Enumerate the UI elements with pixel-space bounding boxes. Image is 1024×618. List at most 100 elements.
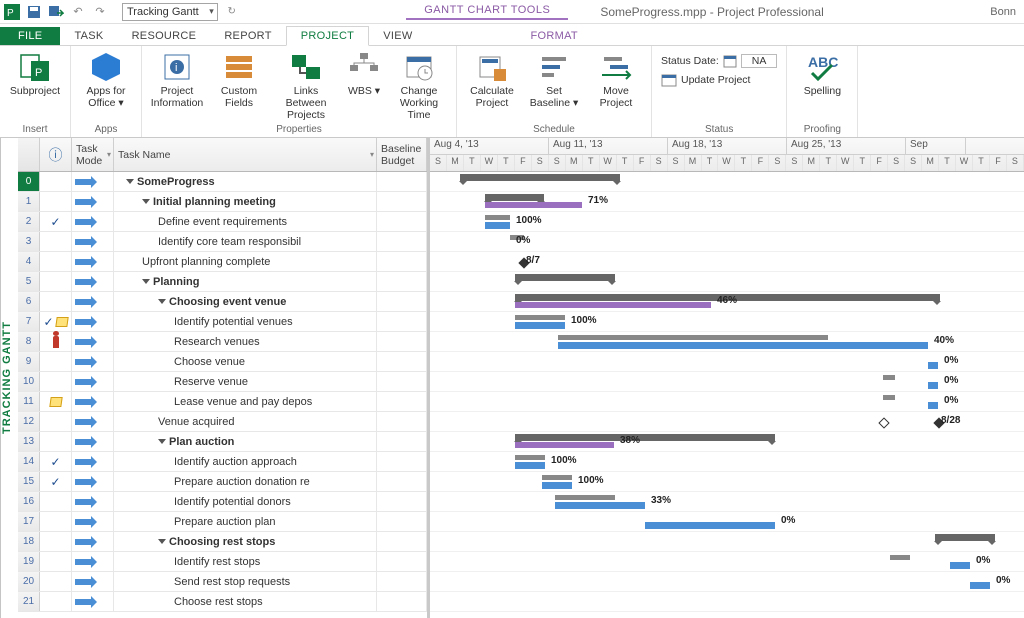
baseline-budget-cell[interactable] — [377, 472, 427, 491]
redo-icon[interactable]: ↷ — [92, 4, 108, 20]
task-mode-cell[interactable] — [72, 312, 114, 331]
table-row[interactable]: 20Send rest stop requests — [18, 572, 427, 592]
task-bar[interactable] — [970, 582, 990, 589]
custom-fields-button[interactable]: Custom Fields — [210, 49, 268, 111]
task-name-cell[interactable]: Venue acquired — [114, 412, 377, 431]
table-row[interactable]: 16Identify potential donors — [18, 492, 427, 512]
gantt-row[interactable]: 100% — [430, 472, 1024, 492]
task-mode-cell[interactable] — [72, 292, 114, 311]
table-row[interactable]: 13Plan auction — [18, 432, 427, 452]
task-mode-cell[interactable] — [72, 192, 114, 211]
task-mode-cell[interactable] — [72, 492, 114, 511]
task-name-cell[interactable]: Prepare auction plan — [114, 512, 377, 531]
gantt-row[interactable] — [430, 272, 1024, 292]
task-bar[interactable] — [515, 462, 545, 469]
table-row[interactable]: 21Choose rest stops — [18, 592, 427, 612]
gantt-row[interactable]: 0% — [430, 572, 1024, 592]
move-project-button[interactable]: Move Project — [587, 49, 645, 111]
col-header-task-mode[interactable]: Task Mode — [72, 138, 114, 171]
task-mode-cell[interactable] — [72, 212, 114, 231]
row-id[interactable]: 12 — [18, 412, 40, 431]
row-id[interactable]: 3 — [18, 232, 40, 251]
links-between-projects-button[interactable]: Links Between Projects — [272, 49, 340, 123]
table-row[interactable]: 14✓Identify auction approach — [18, 452, 427, 472]
col-header-indicators[interactable]: ⓘ — [40, 138, 72, 171]
gantt-row[interactable] — [430, 592, 1024, 612]
save-send-icon[interactable] — [48, 4, 64, 20]
calculate-project-button[interactable]: Calculate Project — [463, 49, 521, 111]
update-project-button[interactable]: Update Project — [658, 71, 780, 89]
baseline-budget-cell[interactable] — [377, 412, 427, 431]
baseline-budget-cell[interactable] — [377, 532, 427, 551]
baseline-budget-cell[interactable] — [377, 212, 427, 231]
task-name-cell[interactable]: Upfront planning complete — [114, 252, 377, 271]
task-name-cell[interactable]: Define event requirements — [114, 212, 377, 231]
task-mode-cell[interactable] — [72, 592, 114, 611]
collapse-icon[interactable] — [158, 439, 166, 444]
gantt-row[interactable]: 8/28 — [430, 412, 1024, 432]
baseline-budget-cell[interactable] — [377, 292, 427, 311]
task-bar[interactable] — [558, 342, 928, 349]
gantt-row[interactable]: 100% — [430, 452, 1024, 472]
table-row[interactable]: 19Identify rest stops — [18, 552, 427, 572]
baseline-budget-cell[interactable] — [377, 372, 427, 391]
row-id[interactable]: 15 — [18, 472, 40, 491]
row-id[interactable]: 9 — [18, 352, 40, 371]
table-row[interactable]: 18 Choosing rest stops — [18, 532, 427, 552]
baseline-budget-cell[interactable] — [377, 452, 427, 471]
baseline-budget-cell[interactable] — [377, 512, 427, 531]
col-header-baseline-budget[interactable]: Baseline Budget — [377, 138, 427, 171]
baseline-budget-cell[interactable] — [377, 352, 427, 371]
table-row[interactable]: 8Research venues — [18, 332, 427, 352]
status-date-value[interactable]: NA — [741, 54, 778, 68]
task-name-cell[interactable]: Prepare auction donation re — [114, 472, 377, 491]
task-name-cell[interactable]: Choosing rest stops — [114, 532, 377, 551]
col-header-task-name[interactable]: Task Name — [114, 138, 377, 171]
task-mode-cell[interactable] — [72, 352, 114, 371]
save-icon[interactable] — [26, 4, 42, 20]
gantt-row[interactable]: 40% — [430, 332, 1024, 352]
task-mode-cell[interactable] — [72, 372, 114, 391]
col-header-id[interactable] — [18, 138, 40, 171]
task-mode-cell[interactable] — [72, 452, 114, 471]
gantt-row[interactable]: 38% — [430, 432, 1024, 452]
task-mode-cell[interactable] — [72, 432, 114, 451]
task-mode-cell[interactable] — [72, 172, 114, 191]
task-name-cell[interactable]: Research venues — [114, 332, 377, 351]
task-mode-cell[interactable] — [72, 232, 114, 251]
spelling-button[interactable]: ABC Spelling — [793, 49, 851, 99]
task-name-cell[interactable]: Plan auction — [114, 432, 377, 451]
table-row[interactable]: 0 SomeProgress — [18, 172, 427, 192]
row-id[interactable]: 20 — [18, 572, 40, 591]
table-row[interactable]: 3Identify core team responsibil — [18, 232, 427, 252]
gantt-row[interactable] — [430, 532, 1024, 552]
baseline-budget-cell[interactable] — [377, 252, 427, 271]
row-id[interactable]: 7 — [18, 312, 40, 331]
row-id[interactable]: 5 — [18, 272, 40, 291]
task-bar[interactable] — [928, 402, 938, 409]
baseline-budget-cell[interactable] — [377, 272, 427, 291]
tab-format[interactable]: FORMAT — [517, 27, 592, 45]
gantt-row[interactable]: 100% — [430, 312, 1024, 332]
table-row[interactable]: 5Planning — [18, 272, 427, 292]
view-selector[interactable]: Tracking Gantt — [122, 3, 218, 21]
baseline-budget-cell[interactable] — [377, 172, 427, 191]
table-row[interactable]: 15✓Prepare auction donation re — [18, 472, 427, 492]
task-mode-cell[interactable] — [72, 252, 114, 271]
gantt-row[interactable]: 0% — [430, 352, 1024, 372]
row-id[interactable]: 2 — [18, 212, 40, 231]
gantt-row[interactable]: 0% — [430, 552, 1024, 572]
row-id[interactable]: 17 — [18, 512, 40, 531]
undo-icon[interactable]: ↶ — [70, 4, 86, 20]
collapse-icon[interactable] — [142, 279, 150, 284]
row-id[interactable]: 0 — [18, 172, 40, 191]
task-bar[interactable] — [485, 222, 510, 229]
tab-file[interactable]: FILE — [0, 27, 60, 45]
task-name-cell[interactable]: SomeProgress — [114, 172, 377, 191]
gantt-row[interactable]: 71% — [430, 192, 1024, 212]
collapse-icon[interactable] — [158, 299, 166, 304]
row-id[interactable]: 18 — [18, 532, 40, 551]
baseline-budget-cell[interactable] — [377, 572, 427, 591]
project-information-button[interactable]: i Project Information — [148, 49, 206, 111]
task-name-cell[interactable]: Choose venue — [114, 352, 377, 371]
